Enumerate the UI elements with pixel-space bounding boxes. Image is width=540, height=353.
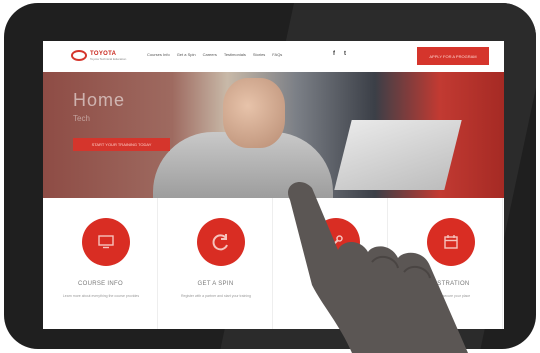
nav-links: Courses Info Get a Spin Careers Testimon… xyxy=(147,52,282,57)
feature-desc: Learn more about everything the course p… xyxy=(62,294,140,298)
brand-logo[interactable]: TOYOTA Toyota Technical Education xyxy=(71,50,126,61)
feature-registration[interactable]: REGISTRATION Register and secure your pl… xyxy=(388,198,503,329)
feature-third[interactable] xyxy=(273,198,388,329)
feature-title: GET A SPIN xyxy=(197,281,234,287)
hero-laptop-image xyxy=(334,120,462,190)
nav-link-testimonials[interactable]: Testimonials xyxy=(224,52,246,57)
toyota-emblem-icon xyxy=(71,50,87,61)
feature-title: REGISTRATION xyxy=(421,281,470,287)
refresh-icon xyxy=(197,218,245,266)
nav-link-courses-info[interactable]: Courses Info xyxy=(147,52,170,57)
tablet-screen: TOYOTA Toyota Technical Education Course… xyxy=(43,41,504,329)
nav-link-get-a-spin[interactable]: Get a Spin xyxy=(177,52,196,57)
feature-get-a-spin[interactable]: GET A SPIN Register with a partner and s… xyxy=(158,198,273,329)
logo-wordmark: TOYOTA Toyota Technical Education xyxy=(90,51,126,61)
hero-subtitle: Tech xyxy=(73,114,90,123)
tablet-device: TOYOTA Toyota Technical Education Course… xyxy=(4,3,536,349)
wrench-icon xyxy=(312,218,360,266)
top-navbar: TOYOTA Toyota Technical Education Course… xyxy=(43,41,504,72)
nav-link-faqs[interactable]: FAQs xyxy=(272,52,282,57)
feature-row: COURSE INFO Learn more about everything … xyxy=(43,198,504,329)
hero-cta-button[interactable]: START YOUR TRAINING TODAY xyxy=(73,138,170,151)
monitor-icon xyxy=(82,218,130,266)
calendar-icon xyxy=(427,218,475,266)
feature-title: COURSE INFO xyxy=(78,281,123,287)
feature-desc: Register and secure your place xyxy=(421,294,471,298)
feature-course-info[interactable]: COURSE INFO Learn more about everything … xyxy=(43,198,158,329)
apply-button[interactable]: APPLY FOR A PROGRAM xyxy=(417,47,489,65)
hero-title: Home xyxy=(73,90,126,110)
hero-banner: Home Tech START YOUR TRAINING TODAY xyxy=(43,72,504,198)
logo-sub-text: Toyota Technical Education xyxy=(90,56,127,61)
twitter-icon[interactable]: t xyxy=(344,51,346,57)
nav-link-stories[interactable]: Stories xyxy=(253,52,265,57)
feature-desc: Register with a partner and start your t… xyxy=(180,294,252,298)
nav-link-careers[interactable]: Careers xyxy=(203,52,217,57)
social-links: f t xyxy=(333,51,346,57)
logo-brand-text: TOYOTA xyxy=(90,50,117,57)
facebook-icon[interactable]: f xyxy=(333,51,335,57)
hero-person-head xyxy=(223,78,285,148)
